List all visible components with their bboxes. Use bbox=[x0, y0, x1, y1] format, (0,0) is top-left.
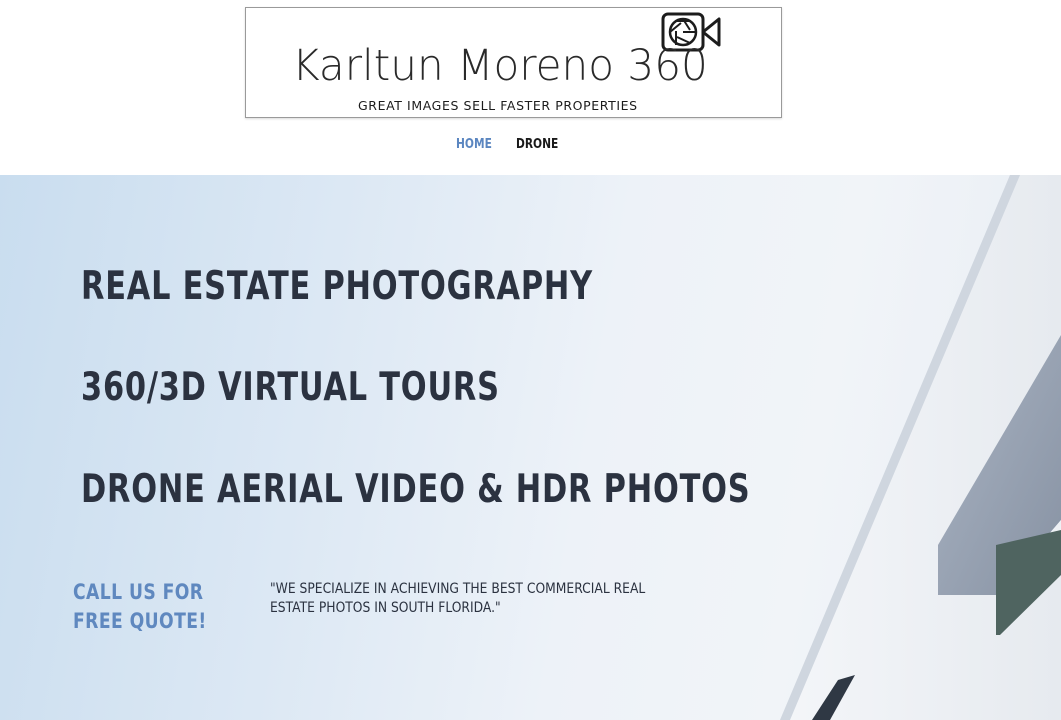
call-for-quote-text[interactable]: CALL US FOR FREE QUOTE! bbox=[73, 578, 237, 636]
site-header: Karltun Moreno 360 GREAT IMAGES SELL FAS… bbox=[0, 0, 1061, 175]
headline-drone-aerial: DRONE AERIAL VIDEO & HDR PHOTOS bbox=[81, 467, 751, 512]
logo-tagline: GREAT IMAGES SELL FASTER PROPERTIES bbox=[358, 98, 638, 113]
headline-real-estate-photography: REAL ESTATE PHOTOGRAPHY bbox=[81, 264, 593, 309]
nav-item-home[interactable]: HOME bbox=[456, 137, 492, 152]
building-background-image bbox=[780, 175, 1061, 720]
nav-item-drone[interactable]: DRONE bbox=[516, 137, 558, 152]
logo-title: Karltun Moreno 360 bbox=[292, 41, 708, 91]
headline-virtual-tours: 360/3D VIRTUAL TOURS bbox=[81, 365, 500, 410]
tagline-quote: "WE SPECIALIZE IN ACHIEVING THE BEST COM… bbox=[270, 581, 646, 616]
logo[interactable]: Karltun Moreno 360 GREAT IMAGES SELL FAS… bbox=[233, 7, 794, 135]
hero-section: REAL ESTATE PHOTOGRAPHY 360/3D VIRTUAL T… bbox=[0, 175, 1061, 720]
